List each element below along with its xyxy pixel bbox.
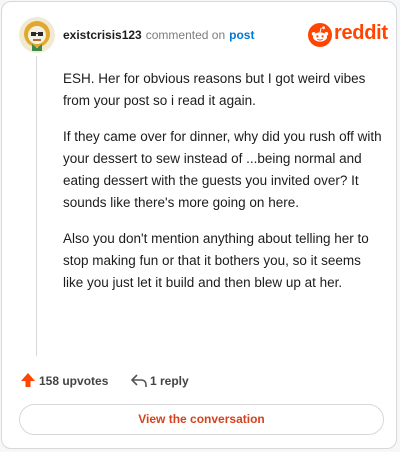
reddit-wordmark: reddit xyxy=(334,22,388,44)
upvote-count[interactable]: 158 upvotes xyxy=(39,374,108,388)
comment-actions: 158 upvotes 1 reply xyxy=(20,371,378,391)
reddit-logo[interactable]: reddit xyxy=(308,21,388,49)
thread-line xyxy=(36,56,37,356)
reply-count[interactable]: 1 reply xyxy=(150,374,189,388)
comment-paragraph: If they came over for dinner, why did yo… xyxy=(63,129,382,210)
comment-byline: existcrisis123 commented on post xyxy=(63,28,254,42)
comment-body: ESH. Her for obvious reasons but I got w… xyxy=(63,68,383,308)
upvote-arrow-icon[interactable] xyxy=(20,372,36,388)
comment-paragraph: ESH. Her for obvious reasons but I got w… xyxy=(63,71,366,108)
reply-arrow-icon[interactable] xyxy=(130,373,148,389)
post-link[interactable]: post xyxy=(229,28,254,42)
commented-on-text: commented on xyxy=(145,28,226,42)
comment-header: existcrisis123 commented on post reddit xyxy=(19,17,388,53)
comment-card: existcrisis123 commented on post reddit ES… xyxy=(1,1,397,449)
username-link[interactable]: existcrisis123 xyxy=(63,28,142,42)
reddit-snoo-icon xyxy=(308,23,332,47)
comment-paragraph: Also you don't mention anything about te… xyxy=(63,231,369,290)
user-avatar[interactable] xyxy=(19,17,55,53)
view-conversation-button[interactable]: View the conversation xyxy=(19,404,384,435)
